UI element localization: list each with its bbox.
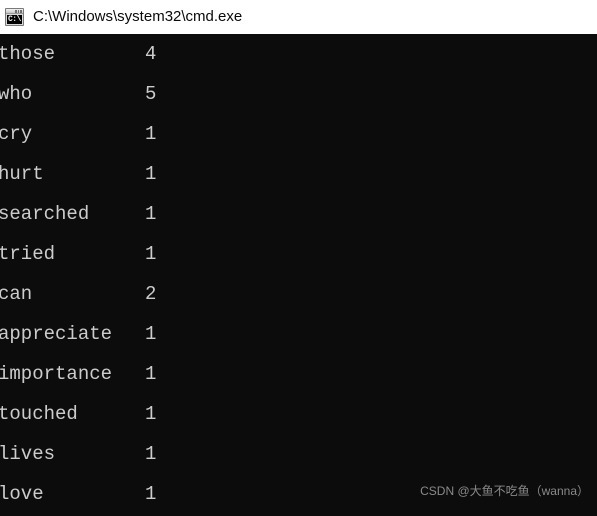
console-line-list: those 4 who 5 cry 1 hurt 1 searched 1 tried 1 can 2 ap… — [0, 34, 597, 514]
cmd-window: C:\ C:\Windows\system32\cmd.exe those 4 wh… — [0, 0, 597, 516]
count-cell: 4 — [145, 43, 157, 65]
word-cell: love — [0, 483, 44, 505]
word-cell: can — [0, 283, 33, 305]
count-cell: 1 — [145, 323, 157, 345]
word-cell: touched — [0, 403, 78, 425]
count-cell: 1 — [145, 483, 157, 505]
console-output-area[interactable]: those 4 who 5 cry 1 hurt 1 searched 1 tried 1 can 2 ap… — [0, 34, 597, 516]
icon-prompt-text: C:\ — [7, 15, 22, 24]
icon-caption-bar — [6, 9, 23, 14]
count-cell: 1 — [145, 123, 157, 145]
word-cell: hurt — [0, 163, 44, 185]
word-cell: searched — [0, 203, 90, 225]
count-cell: 1 — [145, 163, 157, 185]
word-cell: lives — [0, 443, 56, 465]
console-row: cry 1 — [0, 114, 597, 154]
word-cell: importance — [0, 363, 113, 385]
word-cell: tried — [0, 243, 56, 265]
console-row: hurt 1 — [0, 154, 597, 194]
console-row: lives 1 — [0, 434, 597, 474]
word-cell: cry — [0, 123, 33, 145]
count-cell: 1 — [145, 243, 157, 265]
count-cell: 2 — [145, 283, 157, 305]
console-row: touched 1 — [0, 394, 597, 434]
window-title: C:\Windows\system32\cmd.exe — [33, 8, 243, 25]
csdn-watermark: CSDN @大鱼不吃鱼（wanna） — [420, 484, 589, 498]
title-bar: C:\ C:\Windows\system32\cmd.exe — [0, 0, 597, 34]
count-cell: 1 — [145, 363, 157, 385]
word-cell: those — [0, 43, 56, 65]
icon-window-buttons — [15, 10, 23, 13]
console-row: who 5 — [0, 74, 597, 114]
console-row: those 4 — [0, 34, 597, 74]
count-cell: 1 — [145, 203, 157, 225]
console-row: searched 1 — [0, 194, 597, 234]
console-row: can 2 — [0, 274, 597, 314]
console-row: importance 1 — [0, 354, 597, 394]
cmd-console-icon: C:\ — [5, 8, 24, 26]
console-row: tried 1 — [0, 234, 597, 274]
console-row: appreciate 1 — [0, 314, 597, 354]
count-cell: 1 — [145, 443, 157, 465]
word-cell: appreciate — [0, 323, 113, 345]
count-cell: 1 — [145, 403, 157, 425]
word-cell: who — [0, 83, 33, 105]
count-cell: 5 — [145, 83, 157, 105]
